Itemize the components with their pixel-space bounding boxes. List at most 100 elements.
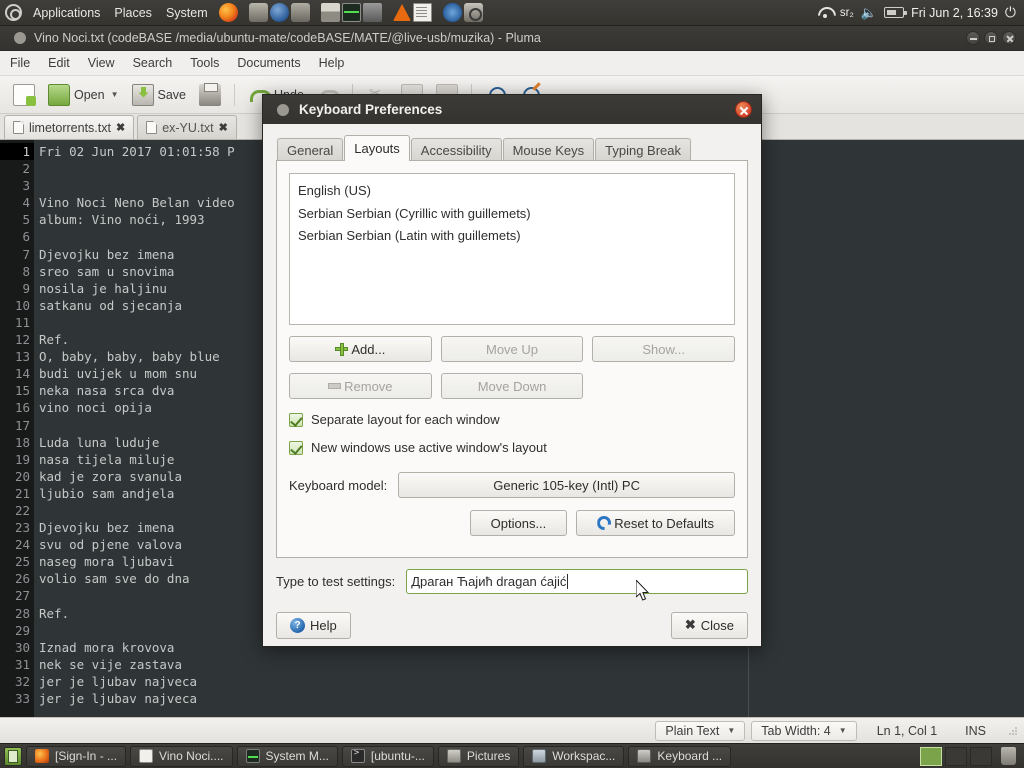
workspace-3[interactable] <box>970 746 992 766</box>
list-item[interactable]: English (US) <box>298 180 726 203</box>
firefox-icon[interactable] <box>218 3 238 22</box>
chevron-down-icon[interactable]: ▼ <box>111 90 119 99</box>
line-number: 8 <box>22 263 30 279</box>
task-workspace[interactable]: Workspac... <box>523 745 625 767</box>
save-button[interactable]: Save <box>127 81 192 109</box>
tab-typing-break[interactable]: Typing Break <box>595 138 692 161</box>
disk-usage-icon[interactable] <box>290 3 310 22</box>
options-button[interactable]: Options... <box>469 510 568 536</box>
menu-tools[interactable]: Tools <box>181 51 228 75</box>
help-button[interactable]: ? Help <box>276 611 351 639</box>
task-firefox[interactable]: [Sign-In - ... <box>26 745 127 767</box>
text-line[interactable]: jer je ljubav najveca <box>39 690 1024 707</box>
keyboard-model-button[interactable]: Generic 105-key (Intl) PC <box>398 472 735 498</box>
tab-general[interactable]: General <box>277 138 344 161</box>
gparted-icon[interactable] <box>269 3 289 22</box>
open-button[interactable]: Open ▼ <box>43 81 124 109</box>
tab-layouts[interactable]: Layouts <box>344 135 410 161</box>
tab-mouse-keys[interactable]: Mouse Keys <box>502 138 595 161</box>
task-pluma[interactable]: Vino Noci.... <box>130 745 233 767</box>
line-number: 28 <box>14 605 30 621</box>
system-monitor-icon[interactable] <box>341 3 361 22</box>
line-number: 31 <box>14 656 30 672</box>
gnome-disk-icon[interactable] <box>248 3 268 22</box>
menu-documents[interactable]: Documents <box>228 51 309 75</box>
minimize-button[interactable] <box>966 31 980 45</box>
vlc-icon[interactable] <box>392 4 411 21</box>
pluma-icon[interactable] <box>412 3 432 22</box>
terminal-icon <box>350 748 365 763</box>
list-item[interactable]: Serbian Serbian (Cyrillic with guillemet… <box>298 203 726 226</box>
remove-layout-button[interactable]: Remove <box>289 373 432 399</box>
dialog-titlebar: Keyboard Preferences <box>263 95 761 124</box>
line-number: 23 <box>14 520 30 536</box>
tab-close-icon[interactable]: ✖ <box>116 121 125 134</box>
line-number: 7 <box>22 246 30 262</box>
pluma-titlebar: Vino Noci.txt (codeBASE /media/ubuntu-ma… <box>0 26 1024 51</box>
test-settings-input[interactable]: Драган Ћајић dragan ćajić <box>406 568 748 594</box>
tab-limetorrents[interactable]: limetorrents.txt ✖ <box>4 115 135 139</box>
layout-button-row-1: Add... Move Up Show... <box>289 336 736 362</box>
new-windows-layout-checkbox[interactable] <box>289 440 303 455</box>
keyboard-preferences-dialog: Keyboard Preferences General Layouts Acc… <box>262 94 762 647</box>
power-icon[interactable]: ⏻ <box>1005 4 1016 21</box>
keyboard-layout-indicator[interactable]: sr₂ <box>840 7 854 19</box>
text-line[interactable]: jer je ljubav najveca <box>39 673 1024 690</box>
separate-layout-checkbox-row[interactable]: Separate layout for each window <box>289 412 735 427</box>
mate-logo-icon[interactable] <box>5 4 22 21</box>
battery-icon[interactable] <box>884 7 908 18</box>
show-layout-button[interactable]: Show... <box>592 336 736 362</box>
separate-layout-checkbox[interactable] <box>289 412 303 427</box>
move-down-button[interactable]: Move Down <box>440 373 584 399</box>
layout-list[interactable]: English (US) Serbian Serbian (Cyrillic w… <box>289 173 735 325</box>
task-system-monitor[interactable]: System M... <box>236 745 338 767</box>
menu-view[interactable]: View <box>79 51 124 75</box>
maximize-button[interactable] <box>984 31 998 45</box>
close-button[interactable] <box>1002 31 1016 45</box>
pluma-statusbar: Plain Text ▼ Tab Width: 4 ▼ Ln 1, Col 1 … <box>0 717 1024 743</box>
new-windows-layout-checkbox-row[interactable]: New windows use active window's layout <box>289 440 735 455</box>
archive-manager-icon[interactable] <box>320 3 340 22</box>
list-item[interactable]: Serbian Serbian (Latin with guillemets) <box>298 225 726 248</box>
tab-accessibility[interactable]: Accessibility <box>410 138 502 161</box>
menu-help[interactable]: Help <box>310 51 354 75</box>
test-settings-label: Type to test settings: <box>276 573 396 589</box>
dialog-close-icon[interactable] <box>735 101 752 118</box>
new-button[interactable] <box>8 81 40 109</box>
line-number: 29 <box>14 622 30 638</box>
volume-icon[interactable]: 🔈 <box>861 5 877 21</box>
menu-applications[interactable]: Applications <box>27 0 107 25</box>
move-up-button[interactable]: Move Up <box>440 336 584 362</box>
tab-close-icon[interactable]: ✖ <box>219 121 228 134</box>
menu-file[interactable]: File <box>0 51 39 75</box>
tool-icon[interactable] <box>362 3 382 22</box>
shotwell-icon[interactable] <box>442 3 462 22</box>
line-number: 33 <box>14 691 30 706</box>
print-button[interactable] <box>194 81 226 109</box>
menu-system[interactable]: System <box>159 0 215 25</box>
reset-to-defaults-button[interactable]: Reset to Defaults <box>576 510 735 536</box>
trash-icon[interactable] <box>1001 747 1016 765</box>
menu-edit[interactable]: Edit <box>39 51 79 75</box>
camera-icon[interactable] <box>463 3 483 22</box>
resize-grip[interactable] <box>1008 725 1018 736</box>
close-dialog-button[interactable]: ✖ Close <box>670 611 748 639</box>
menu-search[interactable]: Search <box>124 51 182 75</box>
task-terminal[interactable]: [ubuntu-... <box>341 745 434 767</box>
show-desktop-button[interactable] <box>4 746 22 766</box>
wifi-icon[interactable] <box>817 6 833 19</box>
tab-width-selector[interactable]: Tab Width: 4 ▼ <box>751 720 857 741</box>
workspace-1[interactable] <box>920 746 942 766</box>
text-line[interactable]: nek se vije zastava <box>39 656 1024 673</box>
menu-places[interactable]: Places <box>107 0 159 25</box>
line-number: 12 <box>14 332 30 348</box>
clock[interactable]: Fri Jun 2, 16:39 <box>911 6 998 20</box>
pluma-menubar: File Edit View Search Tools Documents He… <box>0 51 1024 76</box>
language-selector[interactable]: Plain Text ▼ <box>655 720 746 741</box>
task-pictures[interactable]: Pictures <box>437 745 520 767</box>
line-number: 21 <box>14 485 30 501</box>
add-layout-button[interactable]: Add... <box>289 336 432 362</box>
workspace-2[interactable] <box>945 746 967 766</box>
tab-ex-yu[interactable]: ex-YU.txt ✖ <box>137 115 237 139</box>
task-keyboard[interactable]: Keyboard ... <box>628 745 732 767</box>
